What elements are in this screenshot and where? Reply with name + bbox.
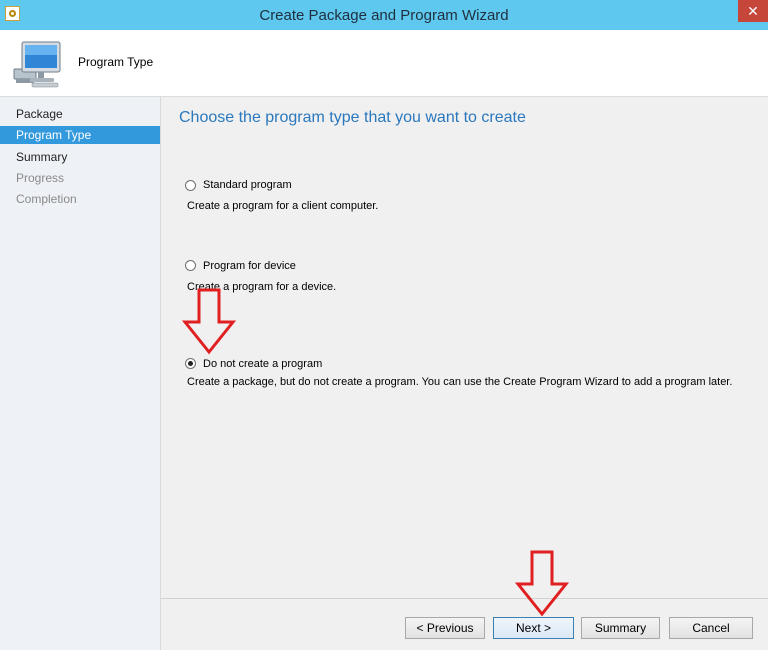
cancel-button[interactable]: Cancel xyxy=(669,617,753,639)
title-bar[interactable]: Create Package and Program Wizard ✕ xyxy=(0,0,768,30)
footer-divider xyxy=(161,598,768,599)
program-for-device-radio[interactable] xyxy=(185,260,196,271)
wizard-nav: Package Program Type Summary Progress Co… xyxy=(0,97,161,650)
previous-button[interactable]: < Previous xyxy=(405,617,485,639)
wizard-header: Program Type xyxy=(0,30,768,97)
main-panel: Choose the program type that you want to… xyxy=(161,97,768,650)
do-not-create-program-description: Create a package, but do not create a pr… xyxy=(187,376,733,388)
do-not-create-program-radio[interactable] xyxy=(185,358,196,369)
summary-button[interactable]: Summary xyxy=(581,617,660,639)
nav-item-program-type[interactable]: Program Type xyxy=(0,126,160,144)
standard-program-description: Create a program for a client computer. xyxy=(187,200,379,212)
nav-item-progress: Progress xyxy=(16,171,65,185)
nav-item-completion: Completion xyxy=(16,192,77,206)
computer-icon xyxy=(13,41,61,88)
nav-item-package[interactable]: Package xyxy=(0,105,160,123)
standard-program-radio[interactable] xyxy=(185,180,196,191)
red-down-arrow-icon xyxy=(515,550,569,617)
header-title: Program Type xyxy=(78,55,154,69)
next-button[interactable]: Next > xyxy=(493,617,574,639)
do-not-create-program-label[interactable]: Do not create a program xyxy=(203,358,322,370)
nav-item-summary[interactable]: Summary xyxy=(0,148,160,166)
page-heading: Choose the program type that you want to… xyxy=(179,109,526,126)
window-title: Create Package and Program Wizard xyxy=(259,7,509,24)
close-button[interactable]: ✕ xyxy=(738,0,768,22)
standard-program-label[interactable]: Standard program xyxy=(203,179,292,191)
program-for-device-label[interactable]: Program for device xyxy=(203,260,296,272)
red-down-arrow-icon xyxy=(182,288,236,355)
